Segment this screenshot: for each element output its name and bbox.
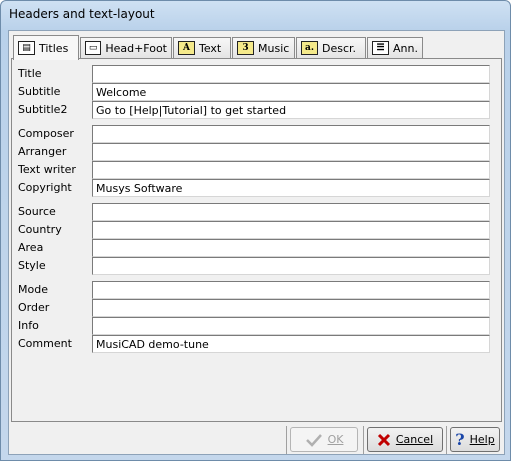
- music-icon: 3: [237, 41, 254, 55]
- field-row-mode: Mode: [12, 281, 501, 299]
- field-row-subtitle: Subtitle Welcome: [12, 83, 501, 101]
- tab-titles[interactable]: ▤ Titles: [13, 35, 79, 60]
- subtitle-field[interactable]: Welcome: [92, 83, 490, 101]
- area-label: Area: [18, 241, 44, 254]
- tab-label: Music: [258, 41, 290, 55]
- arranger-label: Arranger: [18, 145, 67, 158]
- cancel-button[interactable]: Cancel: [367, 427, 443, 452]
- titles-panel: Title Subtitle Welcome Subtitle2 Go to […: [11, 58, 502, 422]
- tab-text[interactable]: A Text: [173, 37, 231, 58]
- style-label: Style: [18, 259, 46, 272]
- field-row-text-writer: Text writer: [12, 161, 501, 179]
- text-icon: A: [178, 41, 195, 55]
- mode-field[interactable]: [92, 281, 490, 299]
- arranger-field[interactable]: [92, 143, 490, 161]
- ok-button[interactable]: OK: [290, 427, 358, 452]
- tab-description[interactable]: a. Descr.: [296, 37, 366, 58]
- mode-label: Mode: [18, 283, 48, 296]
- text-writer-label: Text writer: [18, 163, 76, 176]
- tab-music[interactable]: 3 Music: [232, 37, 295, 58]
- title-bar[interactable]: Headers and text-layout: [1, 1, 510, 29]
- dialog-client-area: ▤ Titles ▭ Head+Foot A Text 3 Music a. D…: [8, 30, 505, 455]
- field-row-subtitle2: Subtitle2 Go to [Help|Tutorial] to get s…: [12, 101, 501, 119]
- comment-label: Comment: [18, 337, 72, 350]
- ok-label: OK: [327, 433, 344, 446]
- area-field[interactable]: [92, 239, 490, 257]
- field-row-style: Style: [12, 257, 501, 275]
- cancel-label: Cancel: [395, 433, 434, 446]
- tab-annotation[interactable]: ☰ Ann.: [367, 37, 423, 58]
- checkmark-icon: [305, 433, 322, 447]
- tab-label: Titles: [39, 41, 69, 55]
- title-label: Title: [18, 67, 42, 80]
- tab-label: Descr.: [322, 41, 357, 55]
- head-foot-icon: ▭: [85, 41, 102, 55]
- field-row-source: Source: [12, 203, 501, 221]
- title-field[interactable]: [92, 65, 490, 83]
- separator: [363, 426, 364, 454]
- style-field[interactable]: [92, 257, 490, 275]
- field-row-country: Country: [12, 221, 501, 239]
- order-label: Order: [18, 301, 50, 314]
- field-row-order: Order: [12, 299, 501, 317]
- field-row-info: Info: [12, 317, 501, 335]
- question-mark-icon: ?: [455, 430, 465, 449]
- text-writer-field[interactable]: [92, 161, 490, 179]
- window-title: Headers and text-layout: [9, 7, 155, 21]
- country-label: Country: [18, 223, 62, 236]
- composer-field[interactable]: [92, 125, 490, 143]
- tab-label: Head+Foot: [105, 41, 167, 55]
- subtitle2-field[interactable]: Go to [Help|Tutorial] to get started: [92, 101, 490, 119]
- field-row-composer: Composer: [12, 125, 501, 143]
- copyright-label: Copyright: [18, 181, 72, 194]
- red-x-icon: [377, 433, 390, 446]
- subtitle2-label: Subtitle2: [18, 103, 68, 116]
- tab-label: Text: [199, 41, 222, 55]
- source-field[interactable]: [92, 203, 490, 221]
- country-field[interactable]: [92, 221, 490, 239]
- source-label: Source: [18, 205, 56, 218]
- subtitle-label: Subtitle: [18, 85, 61, 98]
- titles-icon: ▤: [18, 41, 35, 55]
- field-row-copyright: Copyright Musys Software: [12, 179, 501, 197]
- dialog-window: Headers and text-layout ▤ Titles ▭ Head+…: [0, 0, 511, 461]
- info-label: Info: [18, 319, 39, 332]
- tab-label: Ann.: [393, 41, 418, 55]
- tab-strip: ▤ Titles ▭ Head+Foot A Text 3 Music a. D…: [13, 35, 493, 60]
- button-bar: OK Cancel ? Help: [9, 426, 504, 454]
- separator: [446, 426, 447, 454]
- field-row-comment: Comment MusiCAD demo-tune: [12, 335, 501, 353]
- comment-field[interactable]: MusiCAD demo-tune: [92, 335, 490, 353]
- help-button[interactable]: ? Help: [450, 427, 500, 452]
- info-field[interactable]: [92, 317, 490, 335]
- field-row-area: Area: [12, 239, 501, 257]
- separator: [286, 426, 287, 454]
- field-row-arranger: Arranger: [12, 143, 501, 161]
- description-icon: a.: [301, 41, 318, 55]
- tab-head-foot[interactable]: ▭ Head+Foot: [80, 37, 172, 58]
- annotation-icon: ☰: [372, 41, 389, 55]
- copyright-field[interactable]: Musys Software: [92, 179, 490, 197]
- help-label: Help: [469, 433, 495, 446]
- field-row-title: Title: [12, 65, 501, 83]
- order-field[interactable]: [92, 299, 490, 317]
- composer-label: Composer: [18, 127, 74, 140]
